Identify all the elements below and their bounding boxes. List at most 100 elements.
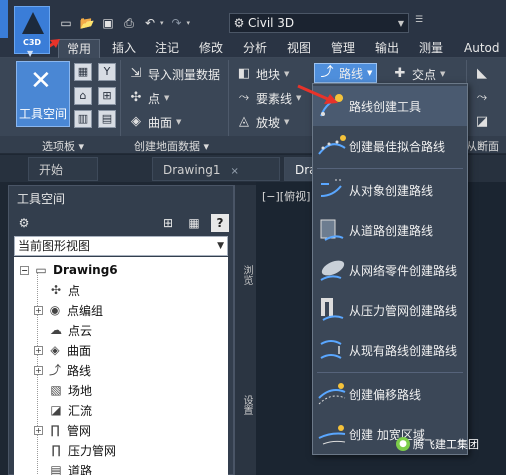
tool-icon: ◣ [477, 66, 487, 81]
overflow-tool-1[interactable]: ◣ [474, 64, 490, 84]
survey-icon[interactable]: ⌂ [74, 87, 92, 105]
tree-node-label: 道路 [68, 463, 93, 475]
menu-item-offset-alignment[interactable]: 创建偏移路线 [313, 374, 467, 414]
parcel-icon: ◧ [237, 66, 251, 81]
tree-node-catchments[interactable]: ◪ 汇流 [48, 400, 92, 420]
menu-item-alignment-from-corridor[interactable]: 从道路创建路线 [313, 210, 467, 250]
corridor-icon: ▤ [50, 463, 62, 475]
palette-toolbar: ⚙ ⊞ ▦ ? [9, 210, 233, 236]
doc-tab-drawing1[interactable]: Drawing1 × [152, 157, 280, 181]
alignment-icon: ⤴ [320, 65, 334, 80]
tree-node-label: 管网 [67, 423, 92, 438]
gear-icon[interactable]: ⚙ [15, 214, 33, 232]
tree-node-alignments[interactable]: + ⤴ 路线 [34, 360, 91, 380]
alignment-label: 路线 [339, 66, 364, 81]
side-tab-prospector[interactable]: 浏览 [239, 265, 254, 285]
redo-icon[interactable]: ↷ [169, 15, 185, 31]
tab-annotate[interactable]: 注记 [147, 39, 187, 58]
tree-node-points[interactable]: ✣ 点 [48, 280, 80, 300]
workspace-selector[interactable]: ⚙ Civil 3D ▼ [229, 13, 409, 33]
tool-icon: ⤳ [476, 90, 488, 105]
new-file-icon[interactable]: ▭ [58, 15, 74, 31]
tree-node-surfaces[interactable]: + ◈ 曲面 [34, 340, 91, 360]
tree-node-point-clouds[interactable]: ☁ 点云 [48, 320, 92, 340]
intersection-button[interactable]: ✚ 交点 ▼ [392, 64, 446, 84]
parcel-button[interactable]: ◧ 地块 ▼ [236, 64, 290, 84]
save-icon[interactable]: ▣ [100, 15, 116, 31]
properties-icon[interactable]: ▥ [74, 110, 92, 128]
print-icon[interactable]: ⎙ [121, 15, 137, 31]
feature-line-button[interactable]: ⤳ 要素线 ▼ [236, 88, 302, 108]
tab-insert[interactable]: 插入 [104, 39, 144, 58]
intersection-icon: ✚ [394, 66, 406, 81]
toolbox-icon[interactable]: ⊞ [98, 87, 116, 105]
layers-icon[interactable]: ▤ [98, 110, 116, 128]
tree-node-label: 点 [68, 283, 81, 298]
close-icon[interactable]: × [231, 166, 239, 177]
view-selector-value: 当前图形视图 [18, 239, 91, 253]
settings-tree-icon[interactable]: Y [98, 63, 116, 81]
chevron-down-icon: ▼ [176, 118, 182, 126]
menu-item-best-fit-alignment[interactable]: 创建最佳拟合路线 [313, 126, 467, 166]
tree-node-corridors[interactable]: ▤ 道路 [48, 460, 92, 475]
menu-item-alignment-from-existing[interactable]: 从现有路线创建路线 [313, 330, 467, 370]
expand-icon[interactable]: + [34, 305, 43, 315]
panel-title-section[interactable]: 从断面 [466, 138, 499, 154]
undo-icon[interactable]: ↶ [142, 15, 158, 31]
tree-node-pipe-networks[interactable]: + ∏ 管网 [34, 420, 91, 440]
side-tab-settings[interactable]: 设置 [239, 395, 254, 415]
panel-title-create-ground-label: 创建地面数据 [134, 140, 200, 153]
chevron-down-icon: ▼ [164, 94, 170, 102]
tab-output[interactable]: 输出 [367, 39, 407, 58]
viewport-controls[interactable]: [−][俯视] [262, 188, 310, 204]
undo-dropdown-icon[interactable]: ▾ [160, 19, 164, 27]
prospector-view-icon[interactable]: ⊞ [159, 214, 177, 232]
tab-home[interactable]: 常用 [58, 39, 101, 58]
alignment-button[interactable]: ⤴ 路线 ▼ [314, 63, 378, 83]
panel-title-palettes[interactable]: 选项板 ▾ [42, 138, 84, 154]
expand-icon[interactable]: + [34, 425, 43, 435]
tab-manage[interactable]: 管理 [323, 39, 363, 58]
doc-tab-label: 开始 [39, 163, 64, 177]
help-icon[interactable]: ? [211, 214, 229, 232]
tab-analyze[interactable]: 分析 [235, 39, 275, 58]
tree-node-point-groups[interactable]: + ◉ 点编组 [34, 300, 103, 320]
view-selector[interactable]: 当前图形视图 ▼ [14, 236, 228, 256]
expand-icon[interactable]: + [34, 345, 43, 355]
open-file-icon[interactable]: 📂 [79, 15, 95, 31]
menu-item-alignment-from-network[interactable]: 从网络零件创建路线 [313, 250, 467, 290]
customize-qat-icon[interactable]: ☰ [412, 15, 426, 31]
panel-icon[interactable]: ▦ [185, 214, 203, 232]
tab-survey[interactable]: 测量 [411, 39, 451, 58]
menu-item-label: 从压力管网创建路线 [349, 303, 458, 318]
surface-icon: ◈ [131, 114, 141, 129]
menu-item-alignment-from-pressure-network[interactable]: 从压力管网创建路线 [313, 290, 467, 330]
doc-tab-start[interactable]: 开始 [28, 157, 98, 181]
redo-dropdown-icon[interactable]: ▾ [187, 19, 191, 27]
palette-title: 工具空间 [17, 192, 66, 206]
panel-title-create-ground-data[interactable]: 创建地面数据 ▾ [134, 138, 209, 154]
overflow-tool-2[interactable]: ⤳ [474, 88, 490, 108]
overflow-tool-3[interactable]: ◪ [474, 112, 490, 132]
best-fit-alignment-icon [315, 130, 349, 162]
tab-modify[interactable]: 修改 [191, 39, 231, 58]
alignment-from-existing-icon [315, 334, 349, 366]
application-menu-button[interactable]: C3D ▼ [14, 6, 50, 58]
collapse-icon[interactable]: − [20, 265, 29, 275]
menu-item-alignment-from-objects[interactable]: 从对象创建路线 [313, 170, 467, 210]
prospector-icon[interactable]: ▦ [74, 63, 92, 81]
tree-node-pressure-networks[interactable]: ∏ 压力管网 [48, 440, 116, 460]
points-button[interactable]: ✣ 点 ▼ [128, 88, 170, 108]
tab-autodesk[interactable]: Autod [456, 39, 506, 58]
toolspace-button[interactable]: ✕ 工具空间 [16, 61, 70, 127]
menu-separator [317, 168, 463, 169]
import-survey-data-button[interactable]: ⇲ 导入测量数据 [128, 64, 220, 84]
window-edge [0, 0, 8, 38]
grading-button[interactable]: ◬ 放坡 ▼ [236, 112, 289, 132]
expand-icon[interactable]: + [34, 365, 43, 375]
tab-view[interactable]: 视图 [279, 39, 319, 58]
tree-root-drawing[interactable]: − ▭ Drawing6 [20, 260, 118, 280]
surfaces-button[interactable]: ◈ 曲面 ▼ [128, 112, 181, 132]
tree-node-sites[interactable]: ▧ 场地 [48, 380, 92, 400]
site-icon: ▧ [50, 383, 62, 397]
